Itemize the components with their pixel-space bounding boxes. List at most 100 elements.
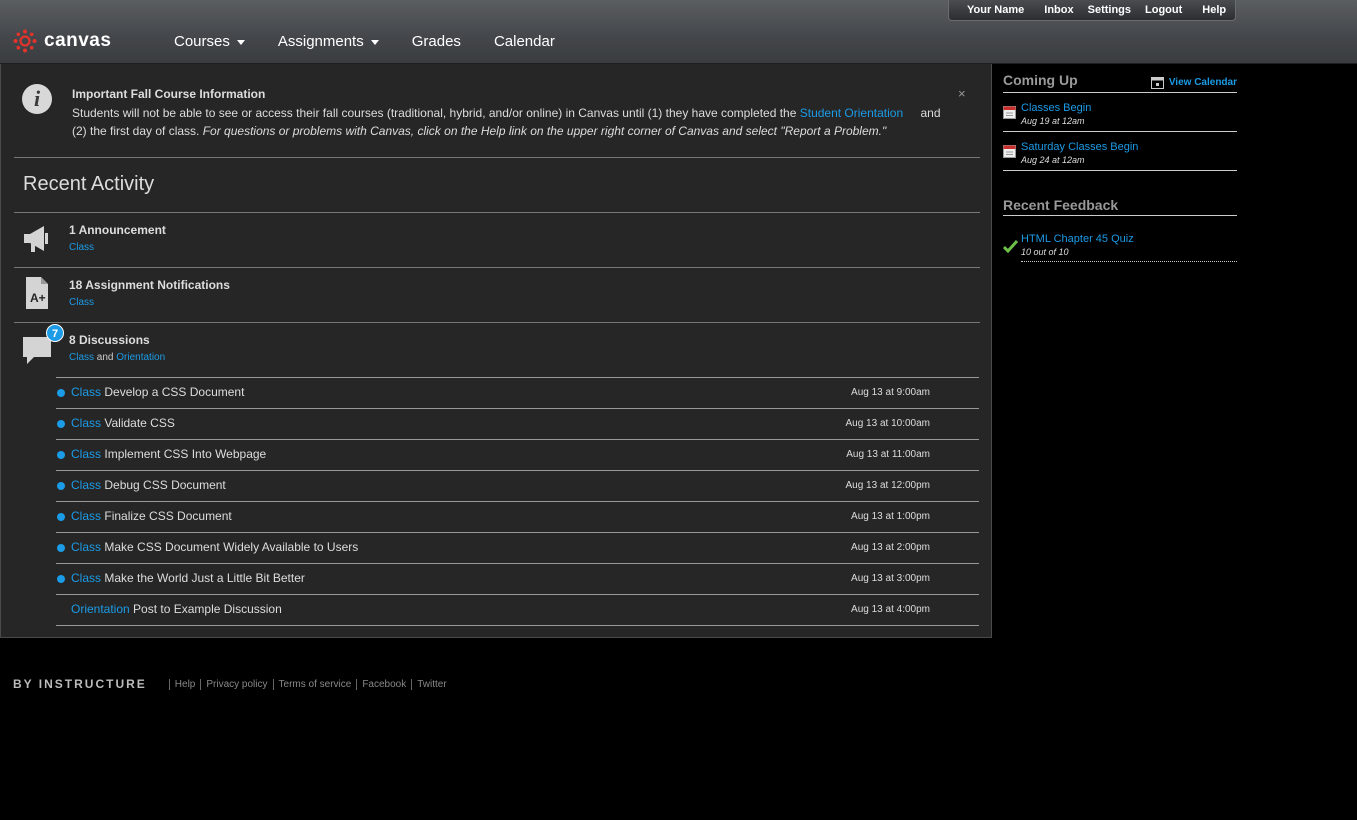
stream-item-announcement[interactable]: 1 Announcement Class bbox=[14, 213, 980, 268]
discussion-date: Aug 13 at 3:00pm bbox=[851, 573, 930, 584]
discussion-course-link[interactable]: Class bbox=[71, 540, 101, 554]
user-nav: Your Name Inbox Settings Logout Help bbox=[948, 0, 1236, 21]
canvas-logo[interactable]: canvas bbox=[13, 28, 111, 54]
course-link[interactable]: Class bbox=[69, 242, 94, 253]
instructure-brand[interactable]: BY INSTRUCTURE bbox=[13, 677, 147, 691]
discussion-row[interactable]: Orientation Post to Example Discussion Au… bbox=[56, 595, 979, 626]
stream-item-title: 18 Assignment Notifications bbox=[69, 278, 230, 292]
nav-courses-label: Courses bbox=[174, 33, 230, 50]
discussion-row[interactable]: Class Make CSS Document Widely Available… bbox=[56, 533, 979, 564]
right-sidebar: Coming Up View Calendar Classes Begin Aug… bbox=[1003, 72, 1237, 264]
stream-item-discussions[interactable]: 7 8 Discussions Class and Orientation bbox=[14, 323, 980, 378]
event-date: Aug 19 at 12am bbox=[1021, 116, 1085, 126]
user-name-link[interactable]: Your Name bbox=[967, 4, 1024, 16]
feedback-item[interactable]: HTML Chapter 45 Quiz 10 out of 10 bbox=[1003, 216, 1237, 264]
canvas-logo-icon bbox=[13, 29, 37, 53]
unread-count-badge: 7 bbox=[46, 324, 64, 342]
course-link[interactable]: Orientation bbox=[116, 352, 165, 363]
unread-dot-icon bbox=[57, 575, 65, 583]
settings-link[interactable]: Settings bbox=[1088, 4, 1131, 16]
footer-terms-link[interactable]: Terms of service bbox=[272, 678, 357, 690]
footer-twitter-link[interactable]: Twitter bbox=[411, 678, 451, 690]
nav-grades-label: Grades bbox=[411, 33, 461, 50]
divider bbox=[1021, 261, 1237, 262]
stream-item-assignments[interactable]: A+ 18 Assignment Notifications Class bbox=[14, 268, 980, 323]
stream-item-title: 1 Announcement bbox=[69, 223, 166, 237]
discussion-row[interactable]: Class Debug CSS Document Aug 13 at 12:00p… bbox=[56, 471, 979, 502]
chevron-down-icon bbox=[236, 40, 245, 45]
close-icon[interactable]: × bbox=[958, 86, 966, 101]
view-calendar-label: View Calendar bbox=[1168, 77, 1237, 88]
calendar-event-icon bbox=[1003, 106, 1016, 119]
announcement-text-2: (2) the first day of class. bbox=[72, 124, 203, 138]
feedback-title-link[interactable]: HTML Chapter 45 Quiz bbox=[1021, 233, 1134, 245]
recent-feedback-heading: Recent Feedback bbox=[1003, 197, 1237, 216]
discussion-date: Aug 13 at 12:00pm bbox=[845, 480, 930, 491]
course-link[interactable]: Class bbox=[69, 352, 94, 363]
discussion-row[interactable]: Class Make the World Just a Little Bit B… bbox=[56, 564, 979, 595]
event-item[interactable]: Saturday Classes Begin Aug 24 at 12am bbox=[1003, 132, 1237, 171]
event-title-link[interactable]: Classes Begin bbox=[1021, 102, 1091, 114]
unread-dot-icon bbox=[57, 513, 65, 521]
discussion-course-link[interactable]: Class bbox=[71, 509, 101, 523]
discussion-title: Validate CSS bbox=[104, 416, 175, 430]
discussion-row[interactable]: Class Implement CSS Into Webpage Aug 13 a… bbox=[56, 440, 979, 471]
nav-courses[interactable]: Courses bbox=[174, 33, 245, 50]
nav-calendar-label: Calendar bbox=[493, 33, 555, 50]
dashboard-main: i Important Fall Course Information Stud… bbox=[0, 64, 992, 638]
nav-grades[interactable]: Grades bbox=[412, 33, 461, 50]
discussion-date: Aug 13 at 11:00am bbox=[846, 449, 930, 460]
discussion-row[interactable]: Class Develop a CSS Document Aug 13 at 9:… bbox=[56, 378, 979, 409]
nav-calendar[interactable]: Calendar bbox=[494, 33, 555, 50]
discussion-title: Make the World Just a Little Bit Better bbox=[104, 571, 305, 585]
announcement-title: Important Fall Course Information bbox=[72, 87, 266, 101]
discussion-title: Develop a CSS Document bbox=[104, 385, 245, 399]
discussion-row[interactable]: Class Finalize CSS Document Aug 13 at 1:0… bbox=[56, 502, 979, 533]
discussion-list: Class Develop a CSS Document Aug 13 at 9:… bbox=[56, 377, 979, 626]
announcement-body: Students will not be able to see or acce… bbox=[72, 104, 972, 140]
course-link[interactable]: Class bbox=[69, 297, 94, 308]
student-orientation-link[interactable]: Student Orientation bbox=[800, 106, 903, 120]
discussion-date: Aug 13 at 4:00pm bbox=[851, 604, 930, 615]
unread-dot-icon bbox=[57, 389, 65, 397]
coming-up-title: Coming Up bbox=[1003, 72, 1078, 88]
unread-dot-icon bbox=[57, 451, 65, 459]
help-link[interactable]: Help bbox=[1202, 4, 1226, 16]
announcement-text: Students will not be able to see or acce… bbox=[72, 106, 800, 120]
footer-facebook-link[interactable]: Facebook bbox=[356, 678, 411, 690]
view-calendar-link[interactable]: View Calendar bbox=[1150, 76, 1237, 89]
chevron-down-icon bbox=[370, 40, 379, 45]
discussion-course-link[interactable]: Class bbox=[71, 571, 101, 585]
footer: BY INSTRUCTURE Help Privacy policy Terms… bbox=[13, 677, 452, 691]
discussion-course-link[interactable]: Class bbox=[71, 478, 101, 492]
discussion-date: Aug 13 at 9:00am bbox=[851, 387, 930, 398]
megaphone-icon bbox=[24, 226, 48, 252]
footer-help-link[interactable]: Help bbox=[168, 678, 201, 690]
announcement-text-and: and bbox=[920, 106, 941, 120]
global-header: canvas Courses Assignments Grades Calend… bbox=[0, 0, 1357, 64]
discussion-course-link[interactable]: Class bbox=[71, 416, 101, 430]
nav-assignments[interactable]: Assignments bbox=[278, 33, 379, 50]
discussion-course-link[interactable]: Class bbox=[71, 447, 101, 461]
event-title-link[interactable]: Saturday Classes Begin bbox=[1021, 141, 1138, 153]
discussion-title: Post to Example Discussion bbox=[133, 602, 282, 616]
checkmark-icon bbox=[1003, 240, 1018, 253]
unread-dot-icon bbox=[57, 544, 65, 552]
discussion-date: Aug 13 at 2:00pm bbox=[851, 542, 930, 553]
stream-item-courses: Class bbox=[69, 242, 94, 253]
footer-privacy-link[interactable]: Privacy policy bbox=[200, 678, 272, 690]
logo-text: canvas bbox=[44, 30, 112, 51]
logout-link[interactable]: Logout bbox=[1145, 4, 1182, 16]
feedback-score: 10 out of 10 bbox=[1021, 247, 1069, 257]
discussion-row[interactable]: Class Validate CSS Aug 13 at 10:00am bbox=[56, 409, 979, 440]
discussion-course-link[interactable]: Class bbox=[71, 385, 101, 399]
stream-item-courses: Class bbox=[69, 297, 94, 308]
unread-dot-icon bbox=[57, 482, 65, 490]
calendar-icon bbox=[1150, 77, 1164, 89]
discussion-course-link[interactable]: Orientation bbox=[71, 602, 130, 616]
coming-up-heading: Coming Up View Calendar bbox=[1003, 72, 1237, 93]
event-item[interactable]: Classes Begin Aug 19 at 12am bbox=[1003, 93, 1237, 132]
inbox-link[interactable]: Inbox bbox=[1044, 4, 1073, 16]
event-date: Aug 24 at 12am bbox=[1021, 155, 1085, 165]
stream-item-courses: Class and Orientation bbox=[69, 352, 165, 363]
